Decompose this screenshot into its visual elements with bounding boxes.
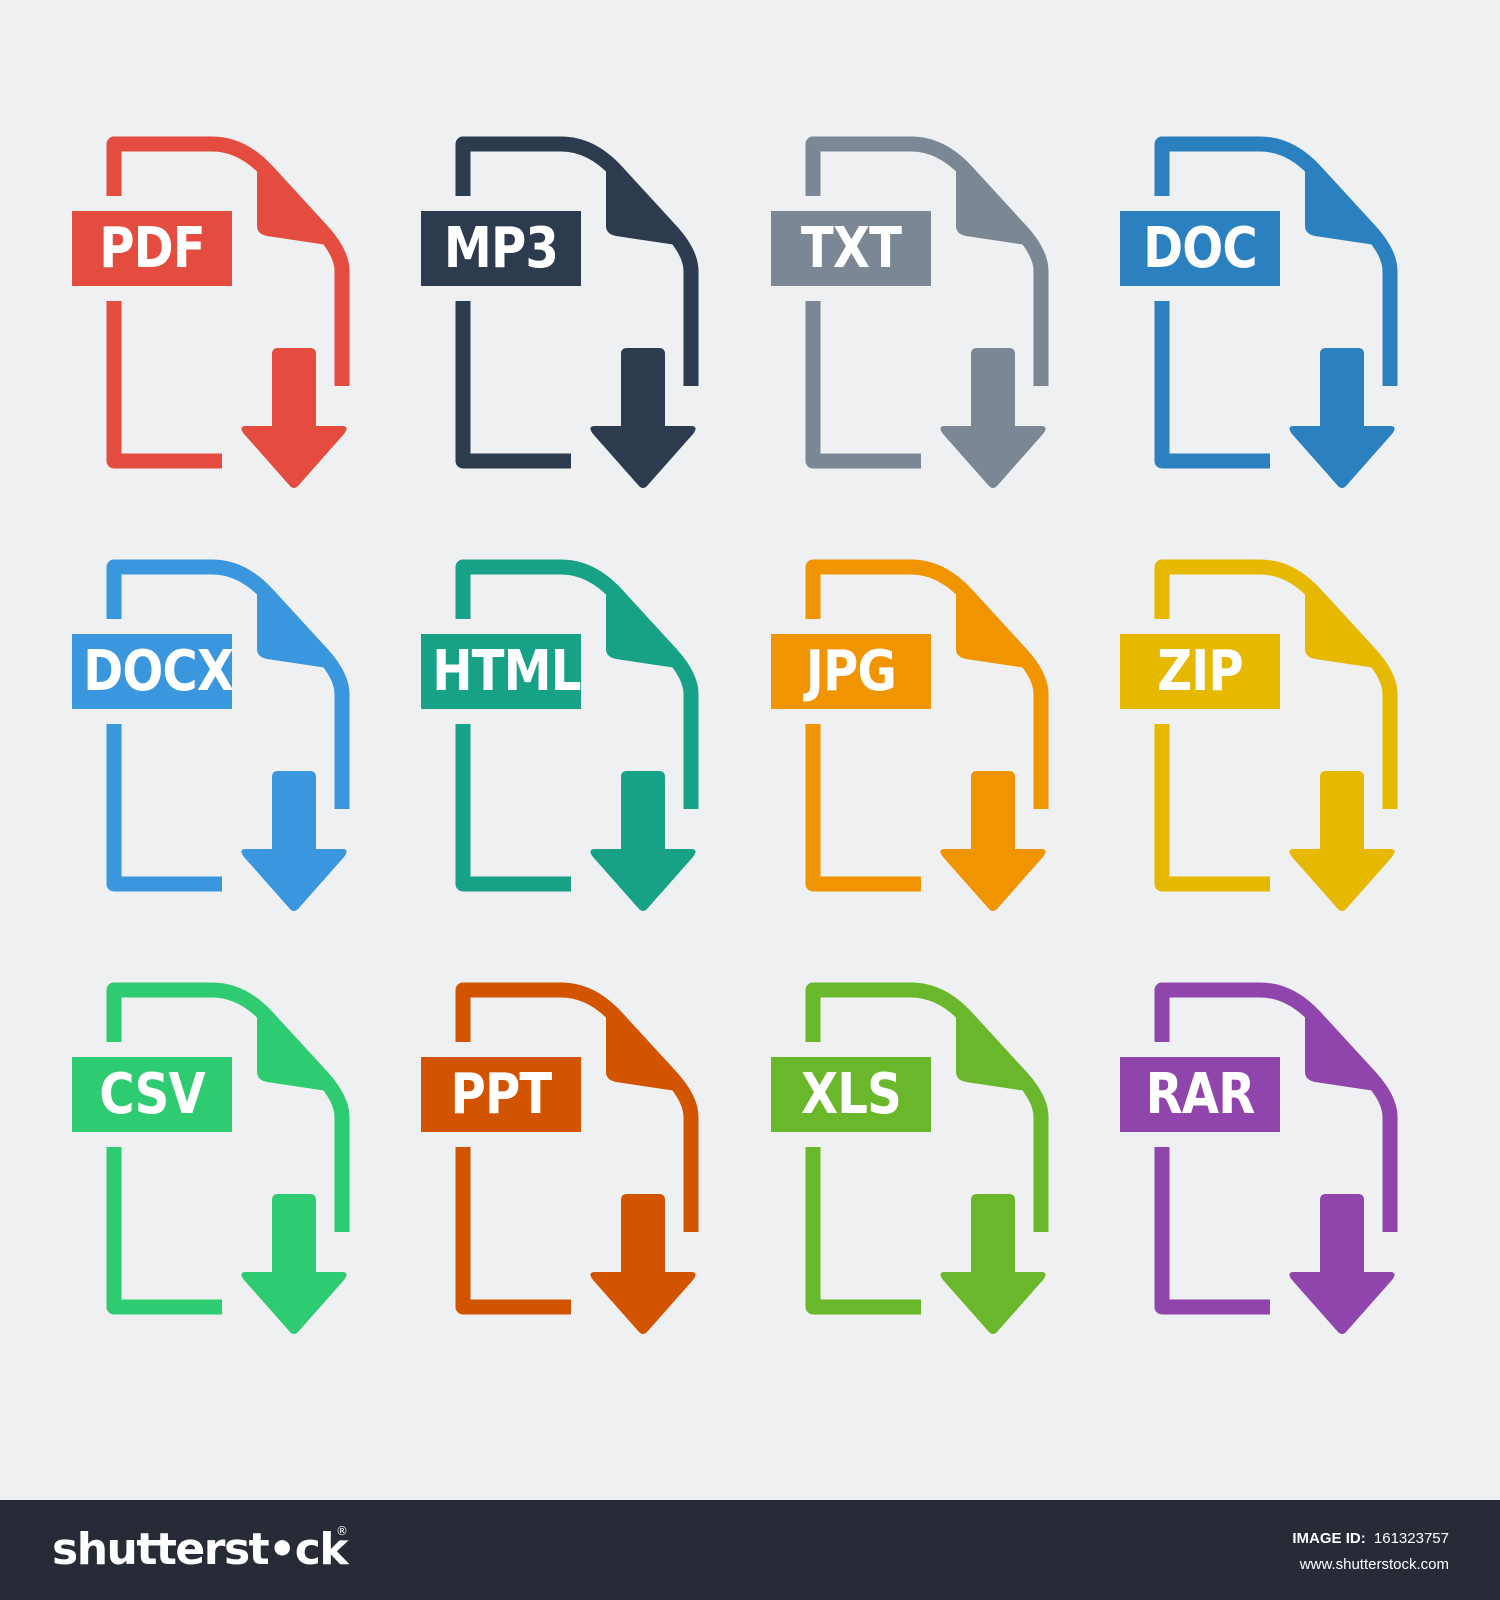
folded-corner xyxy=(1305,156,1382,261)
file-type-label: DOC xyxy=(1143,216,1258,281)
file-type-label: XLS xyxy=(801,1062,902,1127)
file-download-icon xyxy=(72,982,362,1334)
registered-mark: ® xyxy=(336,1524,348,1538)
file-download-icon xyxy=(771,136,1061,488)
file-type-label: HTML xyxy=(432,639,581,704)
folded-corner xyxy=(956,156,1033,261)
file-download-icon xyxy=(1120,559,1410,911)
file-type-label: RAR xyxy=(1145,1062,1256,1127)
image-canvas: PDF MP3 TXT DOC DOCX HTML JPG ZIP CSV PPT XLS RAR s… xyxy=(0,0,1500,1600)
file-download-icon xyxy=(421,559,711,911)
file-icon-txt: TXT xyxy=(771,136,1071,516)
folded-corner xyxy=(956,1002,1033,1107)
file-type-label: CSV xyxy=(99,1062,205,1127)
file-icon-xls: XLS xyxy=(771,982,1071,1362)
folded-corner xyxy=(606,1002,683,1107)
file-download-icon xyxy=(421,136,711,488)
file-icon-zip: ZIP xyxy=(1120,559,1420,939)
file-download-icon xyxy=(1120,982,1410,1334)
file-type-label: PPT xyxy=(450,1062,553,1127)
image-id-label: IMAGE ID: xyxy=(1292,1530,1366,1547)
file-icon-doc: DOC xyxy=(1120,136,1420,516)
folded-corner xyxy=(257,156,334,261)
folded-corner xyxy=(1305,579,1382,684)
image-id-value: 161323757 xyxy=(1373,1530,1449,1547)
file-type-label: PDF xyxy=(99,216,205,281)
folded-corner xyxy=(606,579,683,684)
file-type-label: JPG xyxy=(805,639,897,704)
file-download-icon xyxy=(72,136,362,488)
folded-corner xyxy=(257,1002,334,1107)
folded-corner xyxy=(1305,1002,1382,1107)
file-icon-docx: DOCX xyxy=(72,559,372,939)
file-icon-jpg: JPG xyxy=(771,559,1071,939)
folded-corner xyxy=(257,579,334,684)
file-download-icon xyxy=(771,559,1061,911)
file-icon-pdf: PDF xyxy=(72,136,372,516)
site-url: www.shutterstock.com xyxy=(1299,1556,1449,1573)
file-download-icon xyxy=(421,982,711,1334)
file-icon-rar: RAR xyxy=(1120,982,1420,1362)
file-download-icon xyxy=(1120,136,1410,488)
folded-corner xyxy=(956,579,1033,684)
file-icon-grid: PDF MP3 TXT DOC DOCX HTML JPG ZIP CSV PPT XLS RAR xyxy=(0,0,1500,1500)
file-type-label: MP3 xyxy=(443,216,559,281)
folded-corner xyxy=(606,156,683,261)
file-icon-html: HTML xyxy=(421,559,721,939)
file-type-label: TXT xyxy=(800,216,902,281)
file-download-icon xyxy=(771,982,1061,1334)
file-type-label: DOCX xyxy=(83,639,234,704)
file-download-icon xyxy=(72,559,362,911)
file-icon-mp3: MP3 xyxy=(421,136,721,516)
file-icon-csv: CSV xyxy=(72,982,372,1362)
brand-logo: shutterst•ck xyxy=(52,1524,349,1575)
footer-bar: shutterst•ck ® IMAGE ID: 161323757 www.s… xyxy=(0,1500,1500,1600)
image-id-line: IMAGE ID: 161323757 xyxy=(1292,1530,1449,1548)
file-type-label: ZIP xyxy=(1157,639,1243,704)
file-icon-ppt: PPT xyxy=(421,982,721,1362)
